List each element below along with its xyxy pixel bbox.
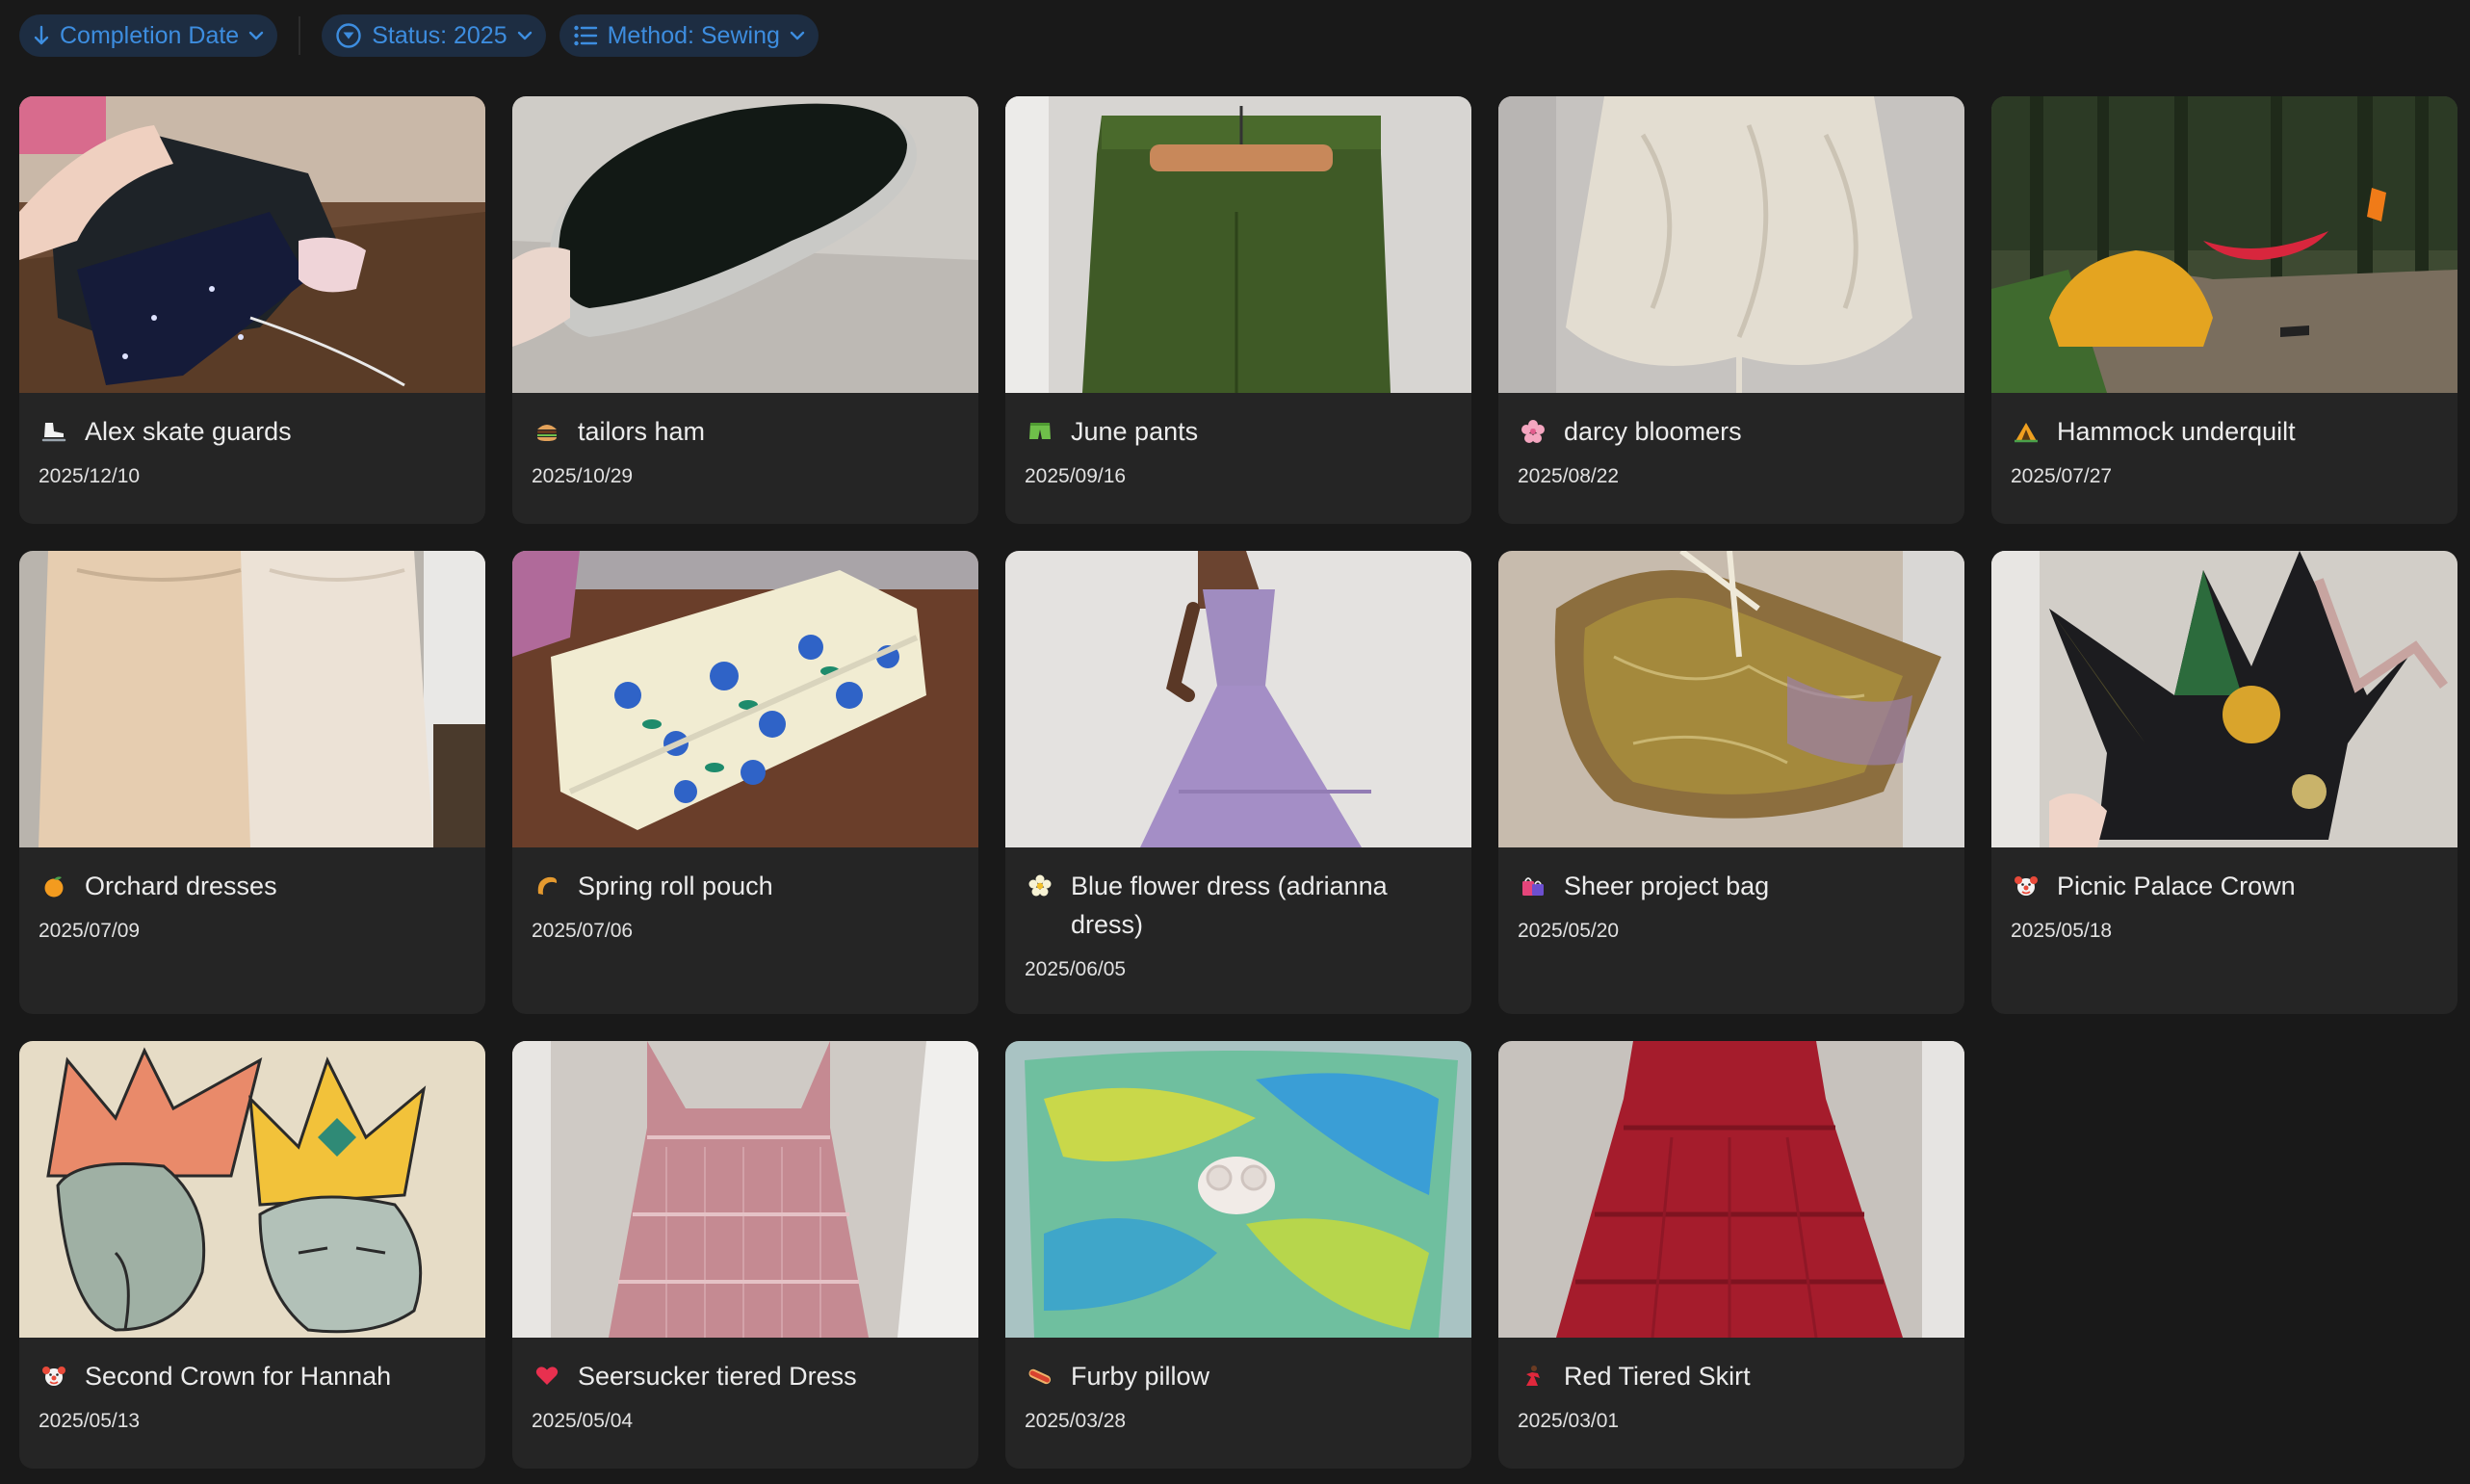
completion-date: 2025/12/10 xyxy=(39,465,141,487)
toolbar-divider xyxy=(299,16,301,55)
chevron-down-icon xyxy=(249,31,264,40)
shorts-icon xyxy=(1025,412,1055,451)
project-title: Alex skate guards xyxy=(85,417,292,446)
hotdog-icon xyxy=(1025,1357,1055,1395)
completion-date: 2025/07/06 xyxy=(532,920,634,942)
project-title: Picnic Palace Crown xyxy=(2057,872,2296,900)
project-card[interactable]: Furby pillow 2025/03/28 xyxy=(1005,1041,1471,1469)
completion-date: 2025/08/22 xyxy=(1518,465,1620,487)
project-title: Seersucker tiered Dress xyxy=(578,1362,857,1391)
project-photo xyxy=(1005,1041,1471,1338)
project-card[interactable]: tailors ham 2025/10/29 xyxy=(512,96,978,524)
project-photo xyxy=(1498,1041,1964,1338)
filter-toolbar: Completion Date Status: 2025 Method: Sew… xyxy=(19,13,819,58)
project-title: Sheer project bag xyxy=(1564,872,1770,900)
spring-roll-icon xyxy=(532,867,562,905)
project-photo xyxy=(1991,96,2457,393)
project-title: Red Tiered Skirt xyxy=(1564,1362,1751,1391)
project-photo xyxy=(1005,551,1471,847)
completion-date: 2025/03/01 xyxy=(1518,1410,1620,1432)
heart-icon xyxy=(532,1357,562,1395)
project-photo xyxy=(1498,96,1964,393)
completion-date: 2025/05/04 xyxy=(532,1410,634,1432)
clown-face-icon xyxy=(2011,867,2041,905)
arrow-down-icon xyxy=(34,25,49,45)
sort-completion-date-button[interactable]: Completion Date xyxy=(19,14,278,57)
project-title: Blue flower dress (adrianna dress) xyxy=(1071,872,1388,939)
project-title: Spring roll pouch xyxy=(578,872,773,900)
ice-skate-icon xyxy=(39,412,69,451)
project-card[interactable]: Spring roll pouch 2025/07/06 xyxy=(512,551,978,1014)
project-photo xyxy=(512,1041,978,1338)
project-card[interactable]: Alex skate guards 2025/12/10 xyxy=(19,96,485,524)
project-photo xyxy=(512,96,978,393)
project-card[interactable]: June pants 2025/09/16 xyxy=(1005,96,1471,524)
project-card[interactable]: Orchard dresses 2025/07/09 xyxy=(19,551,485,1014)
project-title: Hammock underquilt xyxy=(2057,417,2296,446)
completion-date: 2025/09/16 xyxy=(1025,465,1127,487)
completion-date: 2025/06/05 xyxy=(1025,958,1127,980)
project-card[interactable]: Second Crown for Hannah 2025/05/13 xyxy=(19,1041,485,1469)
project-photo xyxy=(1498,551,1964,847)
sort-label: Completion Date xyxy=(60,21,240,49)
method-filter-label: Method: Sewing xyxy=(607,21,780,49)
blossom-icon xyxy=(1025,867,1055,905)
status-filter-button[interactable]: Status: 2025 xyxy=(322,14,546,57)
project-title: tailors ham xyxy=(578,417,706,446)
cherry-blossom-icon xyxy=(1518,412,1548,451)
completion-date: 2025/10/29 xyxy=(532,465,634,487)
chevron-down-icon xyxy=(517,31,532,40)
project-photo xyxy=(19,1041,485,1338)
completion-date: 2025/05/20 xyxy=(1518,920,1620,942)
project-title: Orchard dresses xyxy=(85,872,277,900)
project-card[interactable]: darcy bloomers 2025/08/22 xyxy=(1498,96,1964,524)
list-icon xyxy=(573,25,597,46)
shopping-bags-icon xyxy=(1518,867,1548,905)
project-photo xyxy=(512,551,978,847)
chevron-down-icon xyxy=(790,31,805,40)
project-card[interactable]: Red Tiered Skirt 2025/03/01 xyxy=(1498,1041,1964,1469)
method-filter-button[interactable]: Method: Sewing xyxy=(559,14,819,57)
project-photo xyxy=(19,96,485,393)
camping-icon xyxy=(2011,412,2041,451)
project-card[interactable]: Blue flower dress (adrianna dress) 2025/… xyxy=(1005,551,1471,1014)
project-title: Second Crown for Hannah xyxy=(85,1362,392,1391)
orange-icon xyxy=(39,867,69,905)
project-card[interactable]: Hammock underquilt 2025/07/27 xyxy=(1991,96,2457,524)
project-photo xyxy=(1991,551,2457,847)
dancer-icon xyxy=(1518,1357,1548,1395)
completion-date: 2025/07/09 xyxy=(39,920,141,942)
completion-date: 2025/05/18 xyxy=(2011,920,2113,942)
status-filter-label: Status: 2025 xyxy=(372,21,507,49)
completion-date: 2025/05/13 xyxy=(39,1410,141,1432)
project-card[interactable]: Seersucker tiered Dress 2025/05/04 xyxy=(512,1041,978,1469)
project-photo xyxy=(1005,96,1471,393)
project-card[interactable]: Picnic Palace Crown 2025/05/18 xyxy=(1991,551,2457,1014)
project-gallery: Alex skate guards 2025/12/10 tailors ham xyxy=(19,96,2459,1469)
project-title: Furby pillow xyxy=(1071,1362,1210,1391)
completion-date: 2025/07/27 xyxy=(2011,465,2113,487)
project-title: June pants xyxy=(1071,417,1199,446)
project-photo xyxy=(19,551,485,847)
filter-circle-icon xyxy=(336,23,361,48)
project-card[interactable]: Sheer project bag 2025/05/20 xyxy=(1498,551,1964,1014)
completion-date: 2025/03/28 xyxy=(1025,1410,1127,1432)
clown-face-icon xyxy=(39,1357,69,1395)
hamburger-icon xyxy=(532,412,562,451)
project-title: darcy bloomers xyxy=(1564,417,1742,446)
